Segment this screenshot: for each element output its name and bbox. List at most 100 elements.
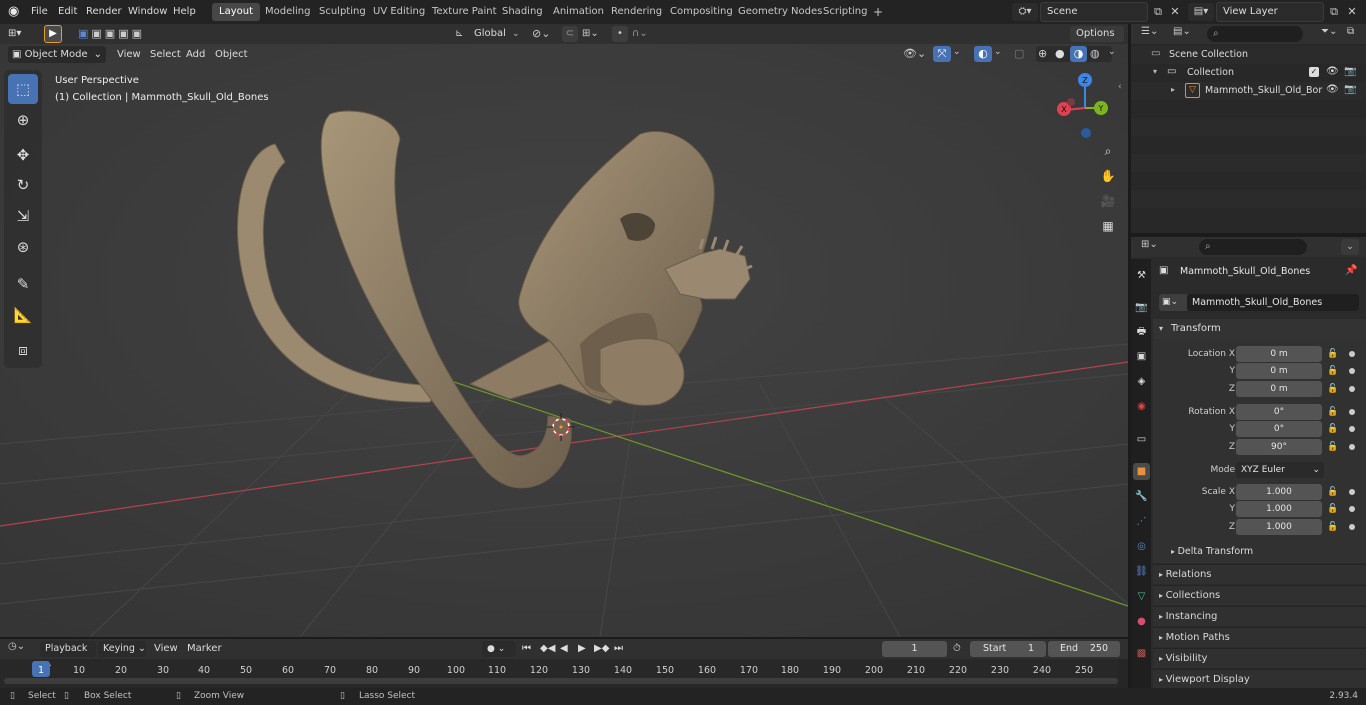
frame-tick[interactable]: 250 xyxy=(1069,665,1099,676)
frame-tick[interactable]: 110 xyxy=(482,665,512,676)
transform-orientation-select[interactable]: Global xyxy=(470,26,510,42)
eye-icon[interactable]: 👁 xyxy=(1326,84,1339,95)
location-x-field[interactable]: 0 m xyxy=(1236,346,1322,362)
snap-icon[interactable]: ⊂ xyxy=(562,26,578,42)
overlay-dropdown-icon[interactable]: ⌄ xyxy=(994,47,1002,57)
frame-tick[interactable]: 30 xyxy=(148,665,178,676)
sidebar-toggle-icon[interactable]: ‹ xyxy=(1118,82,1122,92)
keying-menu[interactable]: Keying ⌄ xyxy=(98,641,146,657)
auto-keying-toggle-icon[interactable]: ● ⌄ xyxy=(482,641,516,657)
location-y-field[interactable]: 0 m xyxy=(1236,363,1322,379)
tab-geometry-nodes[interactable]: Geometry Nodes xyxy=(731,3,829,21)
jump-keyframe-back-icon[interactable]: ◆◀ xyxy=(540,641,555,657)
lock-icon[interactable]: 🔓 xyxy=(1327,519,1339,535)
move-tool-icon[interactable]: ✥ xyxy=(8,140,38,170)
camera-render-icon[interactable]: 📷 xyxy=(1344,66,1356,77)
viewport-display-panel[interactable]: ▸ Viewport Display xyxy=(1153,669,1366,688)
outliner-row[interactable]: ▭ Scene Collection xyxy=(1131,46,1366,64)
menu-render[interactable]: Render xyxy=(86,0,122,24)
filter-icon[interactable]: ⏷⌄ xyxy=(1321,26,1337,37)
output-tab-icon[interactable]: 🖶 xyxy=(1133,323,1150,340)
instancing-panel[interactable]: ▸ Instancing xyxy=(1153,606,1366,626)
properties-search-input[interactable]: ⌕ xyxy=(1199,239,1307,255)
lock-icon[interactable]: 🔓 xyxy=(1327,501,1339,517)
keyframe-dot-icon[interactable] xyxy=(1349,409,1355,415)
object-browse-icon[interactable]: ▣⌄ xyxy=(1159,294,1189,311)
lock-icon[interactable]: 🔓 xyxy=(1327,484,1339,500)
frame-tick[interactable]: 60 xyxy=(273,665,303,676)
orientation-dropdown-icon[interactable]: ⌄ xyxy=(512,26,520,42)
gizmo-dropdown-icon[interactable]: ⌄ xyxy=(953,47,961,57)
scene-selector-icon[interactable]: ⛭▾ xyxy=(1012,3,1038,21)
tool-tab-icon[interactable]: ⚒ xyxy=(1133,267,1150,284)
frame-tick[interactable]: 180 xyxy=(775,665,805,676)
tab-compositing[interactable]: Compositing xyxy=(663,3,740,21)
current-frame-field[interactable]: 1 xyxy=(882,641,947,657)
lock-icon[interactable]: 🔓 xyxy=(1327,439,1339,455)
rendered-shading-icon[interactable]: ◍ xyxy=(1090,47,1100,60)
timeline-editor-icon[interactable]: ◷⌄ xyxy=(8,641,25,652)
select-box-tool-icon[interactable]: ⬚ xyxy=(8,74,38,104)
gizmo-toggle-icon[interactable]: ⤧ xyxy=(933,46,951,62)
frame-tick[interactable]: 220 xyxy=(943,665,973,676)
visibility-filter-icon[interactable]: 👁⌄ xyxy=(903,47,926,60)
editor-type-icon[interactable]: ⊞▾ xyxy=(8,26,36,42)
texture-tab-icon[interactable]: ▩ xyxy=(1133,645,1150,662)
location-z-field[interactable]: 0 m xyxy=(1236,381,1322,397)
delta-transform-subpanel[interactable]: ▸ Delta Transform xyxy=(1171,544,1253,560)
expand-arrow-icon[interactable]: ▸ xyxy=(1171,85,1175,94)
timeline-menu-view[interactable]: View xyxy=(150,641,182,657)
solid-shading-icon[interactable]: ● xyxy=(1055,47,1065,60)
frame-tick[interactable]: 210 xyxy=(901,665,931,676)
rotation-x-field[interactable]: 0° xyxy=(1236,404,1322,420)
lock-icon[interactable]: 🔓 xyxy=(1327,404,1339,420)
rotation-z-field[interactable]: 90° xyxy=(1236,439,1322,455)
tab-layout[interactable]: Layout xyxy=(212,3,260,21)
pin-icon[interactable]: 📌 xyxy=(1345,265,1357,276)
tab-animation[interactable]: Animation xyxy=(546,3,611,21)
falloff-icon[interactable]: ∩⌄ xyxy=(632,26,648,42)
tab-shading[interactable]: Shading xyxy=(495,3,550,21)
pivot-point-icon[interactable]: ⊘⌄ xyxy=(532,26,550,42)
transform-orientation-icon[interactable]: ⊾ xyxy=(455,26,469,42)
tab-rendering[interactable]: Rendering xyxy=(604,3,669,21)
menu-help[interactable]: Help xyxy=(173,0,196,24)
expand-arrow-icon[interactable]: ▾ xyxy=(1153,67,1157,76)
menu-object[interactable]: Object xyxy=(211,47,252,63)
lock-icon[interactable]: 🔓 xyxy=(1327,346,1339,362)
keyframe-dot-icon[interactable] xyxy=(1349,524,1355,530)
mode-dropdown[interactable]: ▣ Object Mode ⌄ xyxy=(8,46,106,63)
shading-dropdown-icon[interactable]: ⌄ xyxy=(1108,47,1116,57)
view-layer-field[interactable]: View Layer xyxy=(1216,2,1324,22)
select-tool-icon[interactable]: ▶ xyxy=(44,25,62,43)
frame-tick[interactable]: 100 xyxy=(441,665,471,676)
keyframe-dot-icon[interactable] xyxy=(1349,506,1355,512)
menu-select[interactable]: Select xyxy=(146,47,185,63)
perspective-toggle-icon[interactable]: ▦ xyxy=(1097,215,1119,237)
scale-x-field[interactable]: 1.000 xyxy=(1236,484,1322,500)
keyframe-dot-icon[interactable] xyxy=(1349,386,1355,392)
new-collection-icon[interactable]: ⧉ xyxy=(1347,26,1354,37)
frame-tick-current[interactable]: 1 xyxy=(26,665,56,676)
tab-texture-paint[interactable]: Texture Paint xyxy=(425,3,504,21)
physics-tab-icon[interactable]: ◎ xyxy=(1133,538,1150,555)
frame-tick[interactable]: 50 xyxy=(231,665,261,676)
options-dropdown[interactable]: Options ⌄ xyxy=(1070,26,1124,55)
rotation-y-field[interactable]: 0° xyxy=(1236,421,1322,437)
eye-icon[interactable]: 👁 xyxy=(1326,66,1339,77)
render-tab-icon[interactable]: 📷 xyxy=(1133,299,1150,316)
transform-tool-icon[interactable]: ⊛ xyxy=(8,232,38,262)
proportional-editing-icon[interactable]: • xyxy=(612,26,628,42)
camera-view-icon[interactable]: 🎥 xyxy=(1097,190,1119,212)
keyframe-dot-icon[interactable] xyxy=(1349,444,1355,450)
display-mode-icon[interactable]: ▤⌄ xyxy=(1173,26,1191,37)
overlay-toggle-icon[interactable]: ◐ xyxy=(974,46,992,62)
object-data-tab-icon[interactable]: ▽ xyxy=(1133,588,1150,605)
frame-tick[interactable]: 160 xyxy=(692,665,722,676)
lock-icon[interactable]: 🔓 xyxy=(1327,363,1339,379)
constraints-tab-icon[interactable]: ⛓ xyxy=(1133,563,1150,580)
zoom-view-icon[interactable]: ⌕ xyxy=(1097,140,1119,162)
properties-options-icon[interactable]: ⌄ xyxy=(1341,239,1359,255)
outliner-search-input[interactable]: ⌕ xyxy=(1207,26,1303,42)
keyframe-dot-icon[interactable] xyxy=(1349,489,1355,495)
